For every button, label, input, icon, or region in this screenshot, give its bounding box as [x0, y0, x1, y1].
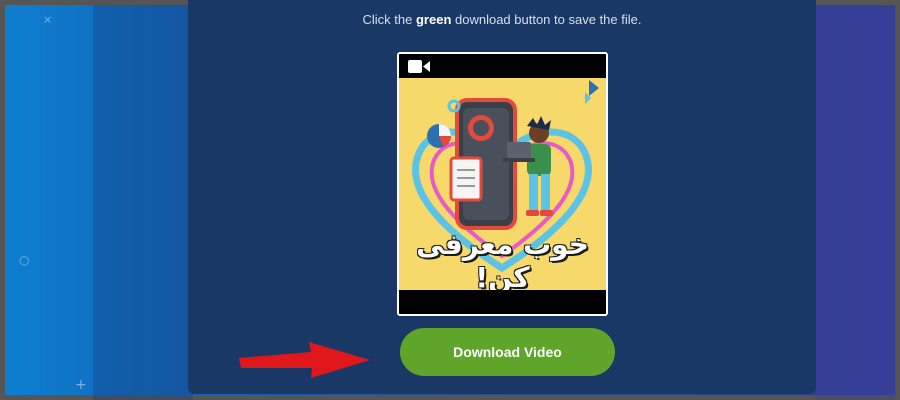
video-footer-bar	[399, 290, 606, 314]
thumbnail-caption: خوب معرفی کن!	[416, 228, 589, 290]
video-preview[interactable]: خوب معرفی کن!	[397, 52, 608, 316]
download-video-button[interactable]: Download Video	[400, 328, 615, 376]
instruction-emphasis: green	[415, 12, 452, 27]
download-panel: Click the green download button to save …	[188, 0, 816, 394]
decorative-plus-mark: +	[75, 377, 87, 393]
right-background-band	[816, 5, 896, 400]
instruction-text: Click the green download button to save …	[362, 12, 642, 27]
decorative-circle-mark: ○	[19, 253, 30, 267]
red-pointer-arrow-icon	[239, 342, 370, 378]
video-header-bar	[399, 54, 606, 78]
video-camera-icon	[408, 60, 430, 73]
decorative-x-mark: ×	[43, 13, 53, 26]
left-background-band	[93, 5, 193, 400]
video-thumbnail: خوب معرفی کن!	[399, 78, 606, 290]
